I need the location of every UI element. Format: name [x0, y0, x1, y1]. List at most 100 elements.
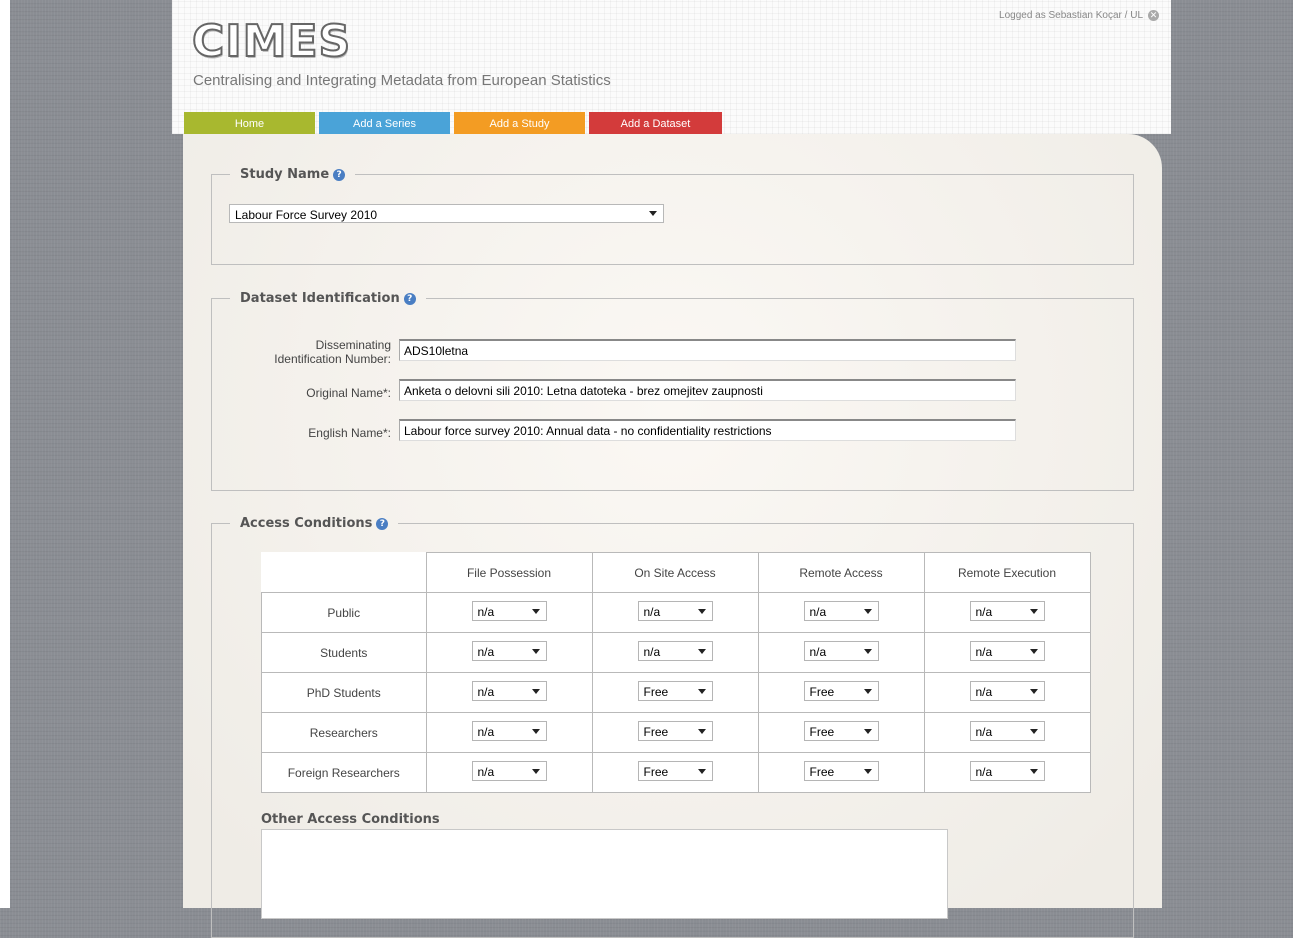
- study-name-legend: Study Name?: [230, 167, 355, 182]
- nav-home[interactable]: Home: [184, 112, 315, 134]
- study-name-value: Labour Force Survey 2010: [235, 208, 378, 222]
- select-value: n/a: [477, 645, 495, 659]
- select-value: n/a: [975, 765, 993, 779]
- site-logo[interactable]: CIMES: [191, 15, 351, 68]
- access-select[interactable]: n/a: [969, 761, 1045, 781]
- select-value: Free: [809, 725, 835, 739]
- english-name-input[interactable]: Labour force survey 2010: Annual data - …: [399, 419, 1016, 441]
- access-cell: n/a: [425, 632, 593, 673]
- table-row: Students n/a n/a n/a n/a: [261, 632, 1091, 673]
- other-access-conditions-textarea[interactable]: [261, 829, 948, 919]
- access-cell: n/a: [425, 712, 593, 753]
- access-select[interactable]: n/a: [471, 681, 547, 701]
- access-select[interactable]: n/a: [471, 761, 547, 781]
- main-nav: Home Add a Series Add a Study Add a Data…: [184, 112, 726, 134]
- access-select[interactable]: n/a: [637, 641, 713, 661]
- access-select[interactable]: Free: [803, 721, 879, 741]
- table-row: Researchers n/a Free Free n/a: [261, 712, 1091, 753]
- access-select[interactable]: n/a: [969, 721, 1045, 741]
- original-name-input[interactable]: Anketa o delovni sili 2010: Letna datote…: [399, 379, 1016, 401]
- row-label: Students: [261, 632, 427, 673]
- access-select[interactable]: n/a: [803, 601, 879, 621]
- access-select[interactable]: Free: [637, 761, 713, 781]
- select-value: n/a: [643, 645, 661, 659]
- access-cell: n/a: [591, 632, 759, 673]
- chevron-down-icon: [863, 769, 872, 774]
- help-icon[interactable]: ?: [333, 168, 346, 181]
- chevron-down-icon: [1029, 609, 1038, 614]
- table-row: Foreign Researchers n/a Free Free n/a: [261, 752, 1091, 793]
- nav-add-series[interactable]: Add a Series: [319, 112, 450, 134]
- chevron-down-icon: [1029, 649, 1038, 654]
- access-select[interactable]: n/a: [969, 641, 1045, 661]
- access-select[interactable]: n/a: [471, 601, 547, 621]
- access-cell: Free: [757, 752, 925, 793]
- chevron-down-icon: [863, 649, 872, 654]
- column-header: Remote Access: [757, 552, 925, 593]
- help-icon[interactable]: ?: [403, 292, 416, 305]
- access-conditions-title: Access Conditions: [240, 516, 373, 531]
- row-label: PhD Students: [261, 672, 427, 713]
- access-cell: n/a: [425, 592, 593, 633]
- chevron-down-icon: [697, 609, 706, 614]
- access-select[interactable]: n/a: [471, 721, 547, 741]
- chevron-down-icon: [649, 211, 657, 216]
- access-cell: n/a: [425, 672, 593, 713]
- chevron-down-icon: [697, 769, 706, 774]
- dataset-identification-title: Dataset Identification: [240, 291, 400, 306]
- access-cell: n/a: [425, 752, 593, 793]
- select-value: Free: [809, 765, 835, 779]
- access-select[interactable]: n/a: [969, 681, 1045, 701]
- chevron-down-icon: [531, 689, 540, 694]
- table-row: Public n/a n/a n/a n/a: [261, 592, 1091, 633]
- table-corner: [262, 553, 427, 593]
- select-value: n/a: [643, 605, 661, 619]
- access-select[interactable]: Free: [803, 761, 879, 781]
- row-label: Foreign Researchers: [261, 752, 427, 793]
- study-name-select[interactable]: Labour Force Survey 2010: [229, 204, 664, 223]
- chevron-down-icon: [697, 649, 706, 654]
- chevron-down-icon: [531, 609, 540, 614]
- login-status: Logged as Sebastian Koçar / UL ✕: [999, 10, 1159, 21]
- row-label: Public: [261, 592, 427, 633]
- row-label: Researchers: [261, 712, 427, 753]
- chevron-down-icon: [1029, 729, 1038, 734]
- nav-add-dataset[interactable]: Add a Dataset: [589, 112, 722, 134]
- select-value: n/a: [809, 605, 827, 619]
- select-value: n/a: [477, 605, 495, 619]
- access-select[interactable]: Free: [803, 681, 879, 701]
- left-edge: [0, 0, 10, 908]
- access-select[interactable]: n/a: [637, 601, 713, 621]
- chevron-down-icon: [531, 649, 540, 654]
- close-icon[interactable]: ✕: [1148, 10, 1159, 21]
- english-name-label: English Name*:: [308, 426, 391, 440]
- access-select[interactable]: n/a: [969, 601, 1045, 621]
- chevron-down-icon: [863, 609, 872, 614]
- select-value: n/a: [975, 645, 993, 659]
- nav-add-study[interactable]: Add a Study: [454, 112, 585, 134]
- access-cell: n/a: [757, 592, 925, 633]
- select-value: Free: [643, 685, 669, 699]
- select-value: Free: [643, 765, 669, 779]
- access-select[interactable]: n/a: [471, 641, 547, 661]
- access-cell: n/a: [591, 592, 759, 633]
- select-value: Free: [809, 685, 835, 699]
- select-value: n/a: [477, 765, 495, 779]
- select-value: n/a: [975, 725, 993, 739]
- access-cell: Free: [591, 672, 759, 713]
- access-cell: Free: [757, 712, 925, 753]
- study-name-title: Study Name: [240, 167, 330, 182]
- access-cell: Free: [591, 752, 759, 793]
- column-header: Remote Execution: [923, 552, 1091, 593]
- help-icon[interactable]: ?: [376, 517, 389, 530]
- chevron-down-icon: [531, 769, 540, 774]
- access-select[interactable]: Free: [637, 681, 713, 701]
- dataset-identification-legend: Dataset Identification?: [230, 291, 426, 306]
- access-select[interactable]: Free: [637, 721, 713, 741]
- disseminating-id-input[interactable]: ADS10letna: [399, 339, 1016, 361]
- chevron-down-icon: [863, 689, 872, 694]
- main-panel: Study Name? Labour Force Survey 2010 Dat…: [183, 134, 1162, 938]
- access-select[interactable]: n/a: [803, 641, 879, 661]
- disseminating-id-label: Disseminating Identification Number:: [243, 338, 391, 366]
- access-cell: n/a: [923, 592, 1091, 633]
